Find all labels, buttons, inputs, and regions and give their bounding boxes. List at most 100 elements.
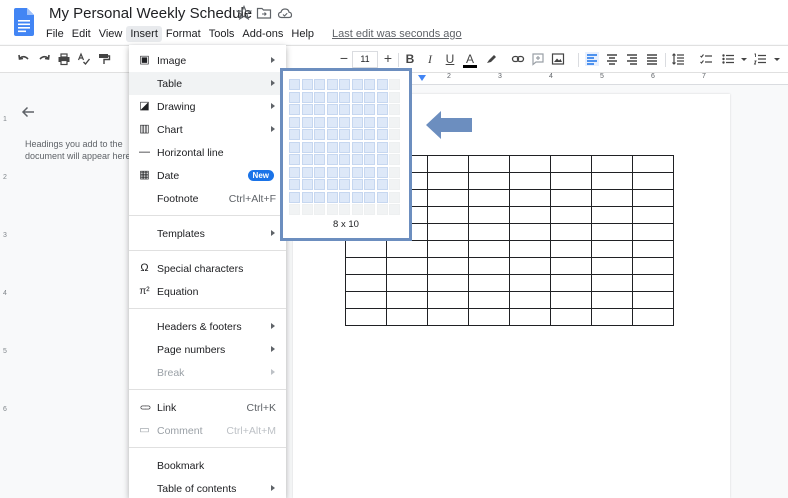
table-grid-cell[interactable] — [301, 179, 313, 190]
table-grid-cell[interactable] — [339, 79, 350, 90]
table-grid-cell[interactable] — [301, 204, 313, 215]
table-grid-cell[interactable] — [301, 116, 313, 128]
table-grid-cell[interactable] — [364, 129, 375, 140]
table-cell[interactable] — [591, 257, 633, 275]
table-grid-cell[interactable] — [389, 166, 400, 178]
table-cell[interactable] — [550, 257, 592, 275]
table-cell[interactable] — [509, 155, 551, 173]
table-grid-cell[interactable] — [289, 179, 300, 190]
table-grid-cell[interactable] — [326, 79, 338, 90]
table-grid-cell[interactable] — [289, 141, 300, 153]
table-cell[interactable] — [468, 189, 510, 207]
table-grid-cell[interactable] — [389, 154, 400, 165]
table-cell[interactable] — [632, 189, 674, 207]
table-grid-cell[interactable] — [289, 79, 300, 90]
last-edit-link[interactable]: Last edit was seconds ago — [332, 28, 462, 40]
table-grid-cell[interactable] — [351, 79, 363, 90]
table-grid-cell[interactable] — [301, 166, 313, 178]
arrow-left-icon[interactable] — [20, 104, 36, 120]
table-cell[interactable] — [632, 240, 674, 258]
table-grid-cell[interactable] — [351, 129, 363, 140]
table-cell[interactable] — [427, 172, 469, 190]
menu-item-page-numbers[interactable]: Page numbers — [129, 338, 286, 361]
table-grid-cell[interactable] — [339, 141, 350, 153]
table-grid-cell[interactable] — [351, 154, 363, 165]
table-grid-cell[interactable] — [289, 104, 300, 115]
bold-button[interactable]: B — [403, 52, 417, 66]
justify-icon[interactable] — [645, 52, 659, 66]
menu-item-drawing[interactable]: ◪ Drawing — [129, 95, 286, 118]
insert-image-icon[interactable] — [551, 52, 565, 66]
table-grid-cell[interactable] — [339, 91, 350, 103]
table-grid-cell[interactable] — [289, 154, 300, 165]
undo-icon[interactable] — [17, 52, 31, 66]
table-cell[interactable] — [345, 240, 387, 258]
chevron-down-icon[interactable] — [737, 52, 751, 66]
table-cell[interactable] — [632, 223, 674, 241]
table-grid-cell[interactable] — [364, 154, 375, 165]
menu-item-equation[interactable]: π² Equation — [129, 280, 286, 303]
menu-item-templates[interactable]: Templates — [129, 222, 286, 245]
table-cell[interactable] — [550, 240, 592, 258]
menu-item-image[interactable]: ▣ Image — [129, 49, 286, 72]
checklist-icon[interactable] — [699, 52, 713, 66]
table-grid-cell[interactable] — [289, 116, 300, 128]
document-title[interactable]: My Personal Weekly Schedule — [49, 5, 252, 22]
table-grid-cell[interactable] — [326, 141, 338, 153]
table-cell[interactable] — [427, 257, 469, 275]
menu-help[interactable]: Help — [287, 26, 318, 42]
table-cell[interactable] — [427, 206, 469, 224]
table-cell[interactable] — [386, 274, 428, 292]
table-grid-cell[interactable] — [301, 141, 313, 153]
table-cell[interactable] — [632, 274, 674, 292]
table-cell[interactable] — [386, 308, 428, 326]
table-grid-cell[interactable] — [351, 179, 363, 190]
add-comment-icon[interactable] — [531, 52, 545, 66]
table-grid-cell[interactable] — [314, 204, 325, 215]
table-cell[interactable] — [345, 274, 387, 292]
table-grid-cell[interactable] — [376, 141, 388, 153]
table-cell[interactable] — [468, 206, 510, 224]
table-grid-cell[interactable] — [326, 191, 338, 203]
docs-logo-icon[interactable] — [14, 8, 34, 36]
table-grid-cell[interactable] — [364, 204, 375, 215]
table-grid-cell[interactable] — [301, 154, 313, 165]
table-cell[interactable] — [386, 240, 428, 258]
line-spacing-icon[interactable] — [671, 52, 685, 66]
table-grid-cell[interactable] — [301, 129, 313, 140]
table-cell[interactable] — [509, 274, 551, 292]
table-grid-cell[interactable] — [376, 154, 388, 165]
menu-item-table[interactable]: Table — [129, 72, 286, 95]
table-grid-cell[interactable] — [289, 191, 300, 203]
table-cell[interactable] — [550, 223, 592, 241]
table-grid-cell[interactable] — [301, 104, 313, 115]
table-grid-cell[interactable] — [376, 129, 388, 140]
spellcheck-icon[interactable] — [77, 52, 91, 66]
menu-item-break[interactable]: Break — [129, 361, 286, 384]
table-cell[interactable] — [468, 257, 510, 275]
table-grid-cell[interactable] — [376, 104, 388, 115]
table-grid-cell[interactable] — [389, 191, 400, 203]
table-grid-cell[interactable] — [301, 79, 313, 90]
align-left-icon[interactable] — [585, 52, 599, 66]
table-grid-cell[interactable] — [339, 191, 350, 203]
table-grid-cell[interactable] — [339, 154, 350, 165]
table-grid-cell[interactable] — [314, 141, 325, 153]
menu-item-footnote[interactable]: Footnote Ctrl+Alt+F — [129, 187, 286, 210]
table-grid-cell[interactable] — [389, 204, 400, 215]
redo-icon[interactable] — [37, 52, 51, 66]
italic-button[interactable]: I — [423, 52, 437, 66]
table-grid-cell[interactable] — [351, 91, 363, 103]
table-cell[interactable] — [345, 308, 387, 326]
table-grid-cell[interactable] — [314, 91, 325, 103]
table-cell[interactable] — [632, 308, 674, 326]
table-grid[interactable] — [289, 79, 400, 215]
table-grid-cell[interactable] — [364, 141, 375, 153]
menu-view[interactable]: View — [95, 26, 127, 42]
table-grid-cell[interactable] — [389, 79, 400, 90]
table-grid-cell[interactable] — [289, 204, 300, 215]
table-cell[interactable] — [509, 206, 551, 224]
text-color-button[interactable]: A — [463, 52, 477, 68]
table-grid-cell[interactable] — [364, 79, 375, 90]
table-grid-cell[interactable] — [339, 104, 350, 115]
